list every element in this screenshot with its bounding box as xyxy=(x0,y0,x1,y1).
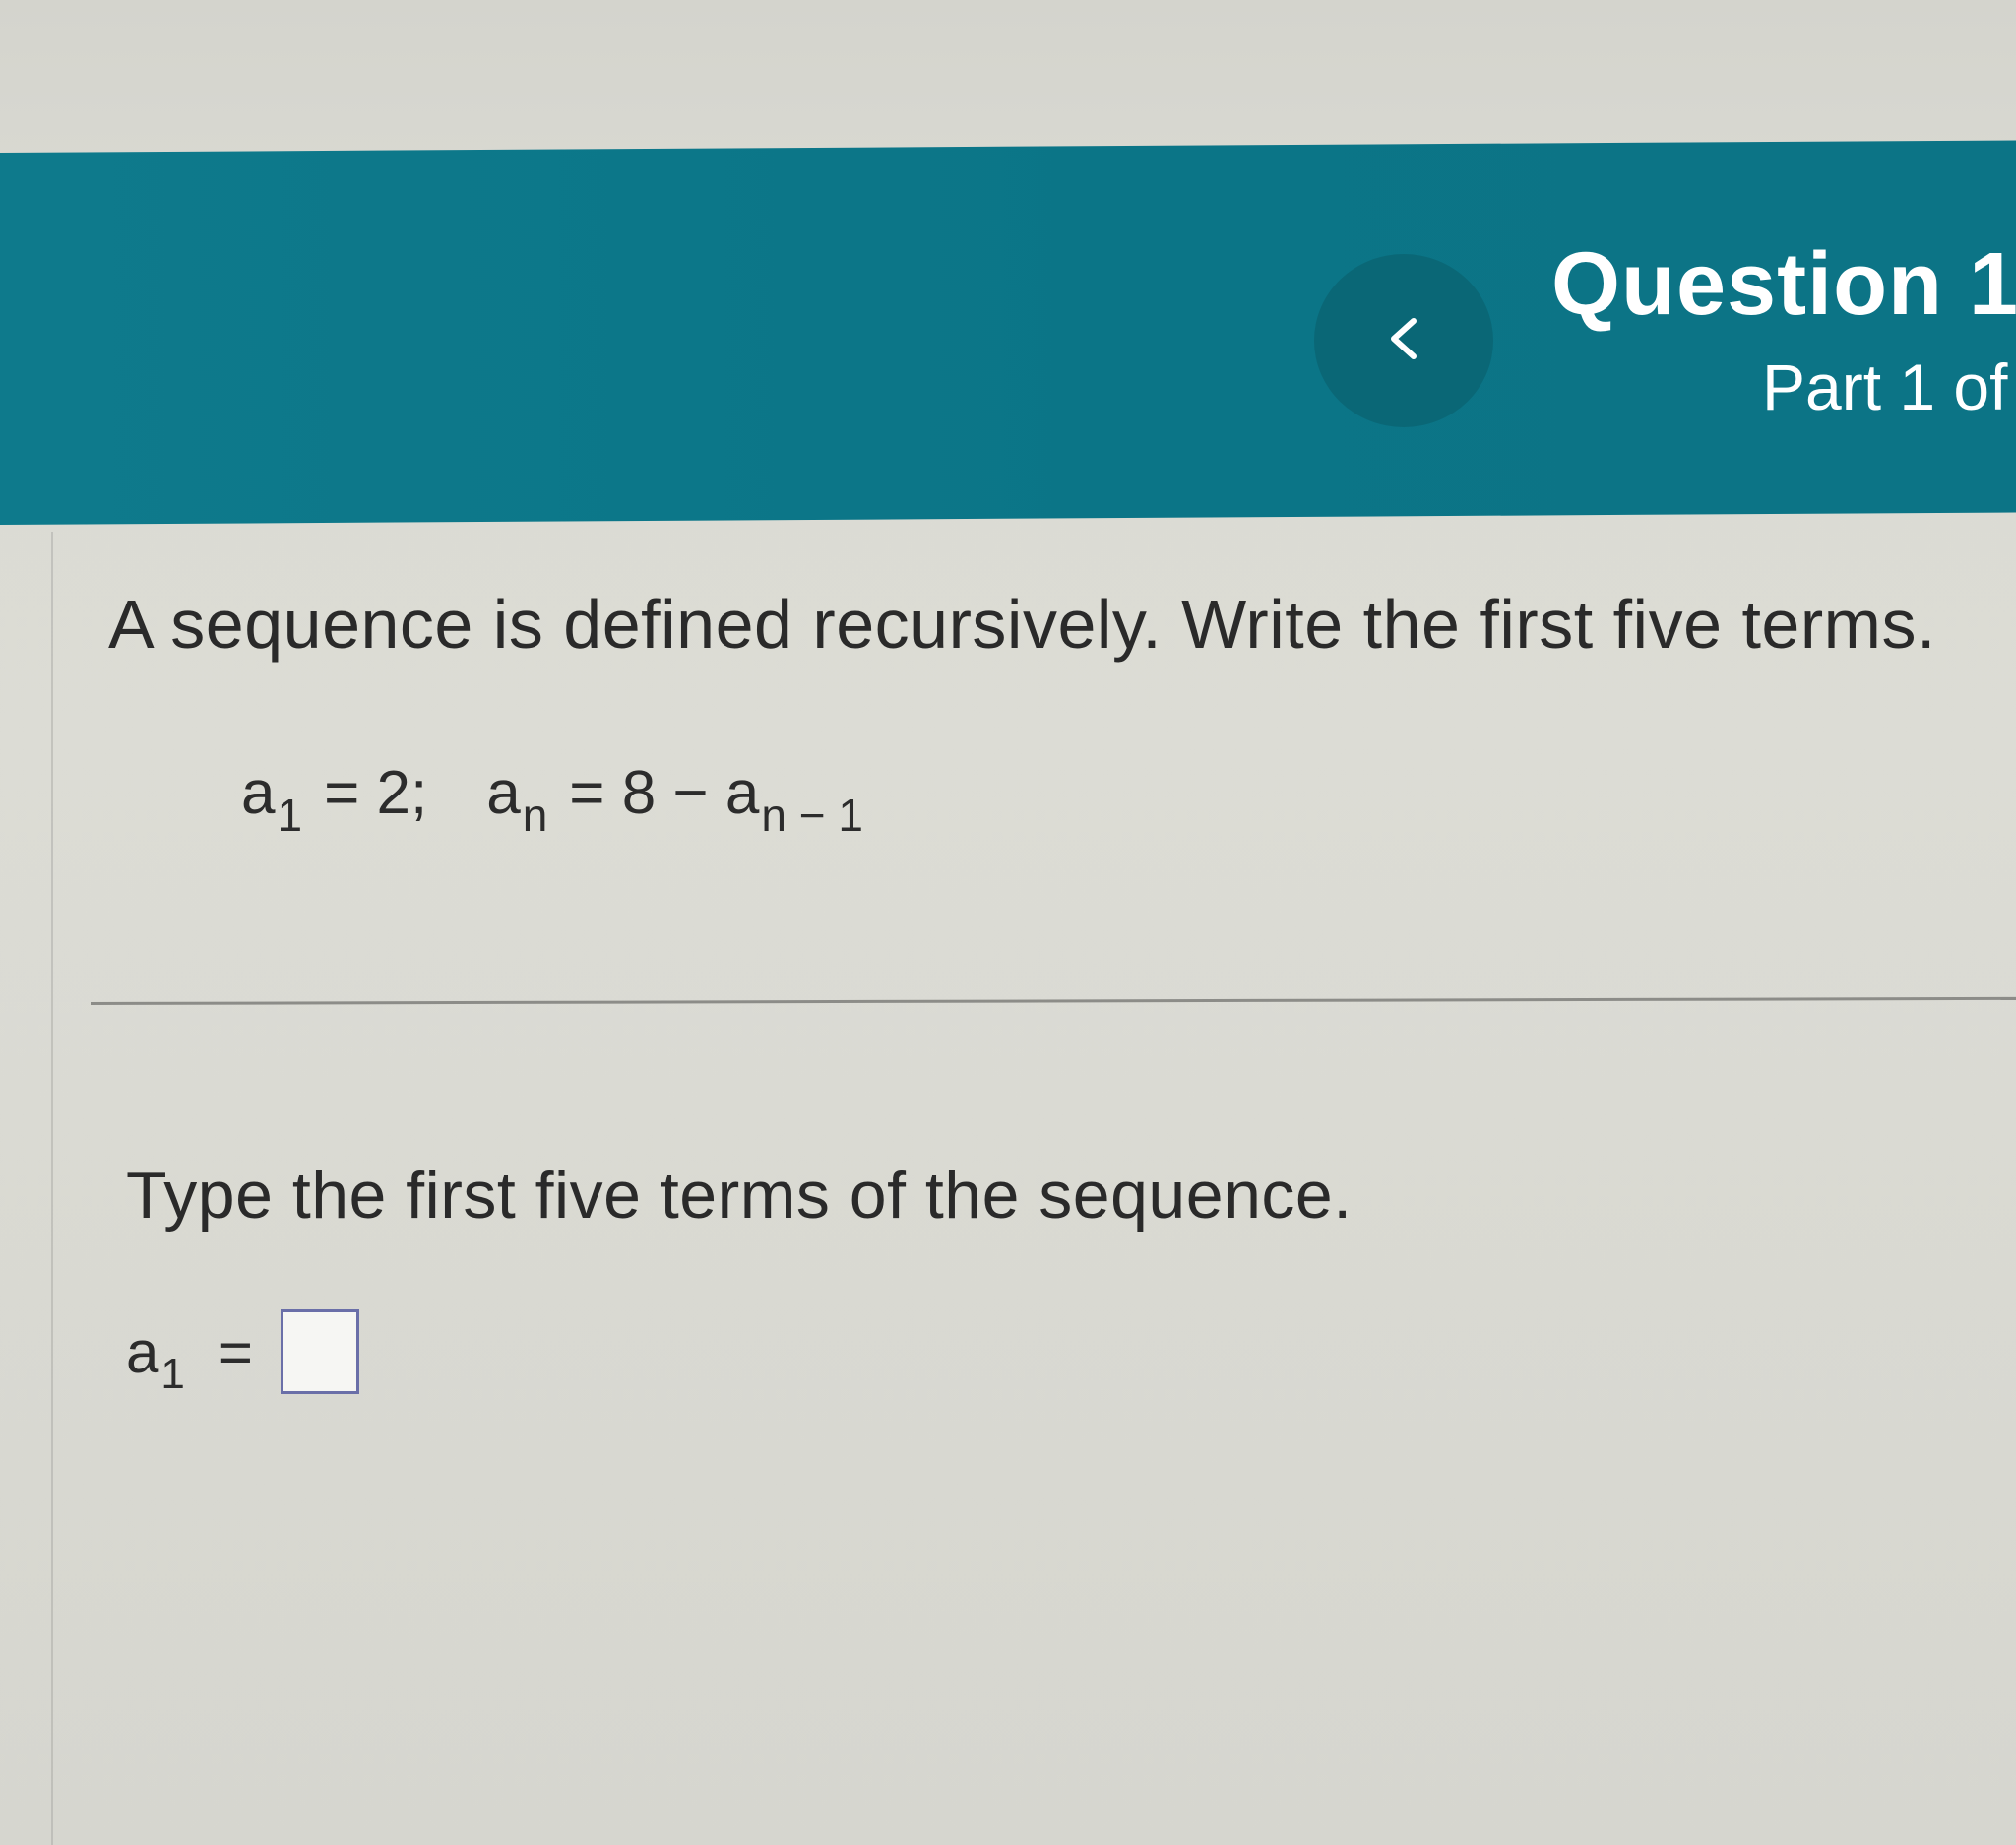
question-title: Question 1 xyxy=(1551,235,2016,334)
formula-an-rule: = 8 − a xyxy=(569,759,760,827)
section-divider xyxy=(90,996,2016,1005)
chevron-left-icon xyxy=(1384,315,1423,367)
formula-a1-base: a xyxy=(241,759,276,827)
formula-a1-value: = 2; xyxy=(324,759,428,827)
answer-row-a1: a 1 = xyxy=(126,1309,359,1398)
answer-term-subscript: 1 xyxy=(160,1349,185,1398)
problem-prompt: A sequence is defined recursively. Write… xyxy=(108,586,1936,663)
a1-answer-input[interactable] xyxy=(280,1309,359,1394)
answer-term-label: a 1 xyxy=(126,1318,185,1398)
formula-an-prev-subscript: n − 1 xyxy=(761,790,863,841)
previous-question-button[interactable] xyxy=(1314,254,1493,427)
answer-instruction: Type the first five terms of the sequenc… xyxy=(126,1158,1353,1233)
browser-top-area xyxy=(0,0,2016,162)
content-left-border xyxy=(51,532,53,1845)
recursive-formula: a 1 = 2; a n = 8 − a n − 1 xyxy=(241,758,863,841)
part-indicator: Part 1 of xyxy=(1762,350,2008,423)
answer-equals-sign: = xyxy=(218,1318,253,1385)
formula-a1-subscript: 1 xyxy=(277,790,303,841)
answer-term-base: a xyxy=(126,1318,159,1385)
formula-an-base: a xyxy=(486,759,521,827)
formula-an-subscript: n xyxy=(522,790,548,841)
